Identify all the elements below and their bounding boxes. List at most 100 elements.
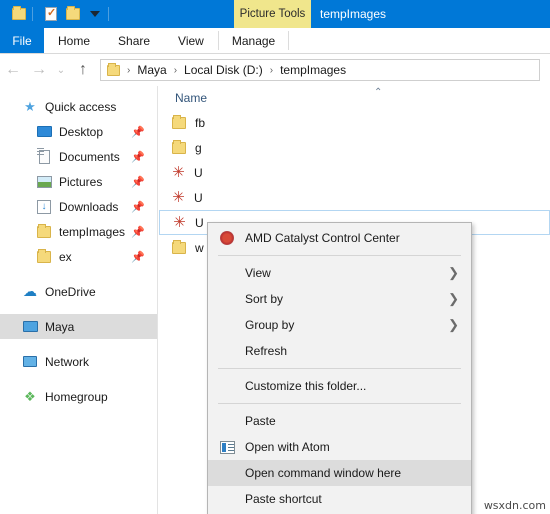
documents-icon	[36, 149, 52, 165]
tab-file[interactable]: File	[0, 28, 44, 53]
sidebar-item-network[interactable]: Network	[0, 349, 157, 374]
chevron-right-icon: ❯	[448, 291, 459, 306]
folder-icon[interactable]	[8, 3, 30, 25]
menu-item-open-with-atom[interactable]: Open with Atom	[208, 434, 471, 460]
sidebar-item-pictures[interactable]: Pictures 📌	[0, 169, 157, 194]
sidebar-item-label: ex	[59, 249, 72, 264]
forward-button[interactable]: →	[26, 57, 52, 83]
menu-item-label: Open with Atom	[245, 440, 330, 454]
pin-icon[interactable]: 📌	[131, 125, 145, 138]
recent-locations-button[interactable]: ⌄	[52, 57, 70, 83]
sidebar-item-desktop[interactable]: Desktop 📌	[0, 119, 157, 144]
up-button[interactable]: ↑	[70, 57, 96, 83]
sidebar-item-maya[interactable]: Maya	[0, 314, 157, 339]
menu-item-group-by[interactable]: Group by ❯	[208, 312, 471, 338]
sidebar-item-onedrive[interactable]: ☁ OneDrive	[0, 279, 157, 304]
sidebar-item-label: Maya	[45, 319, 75, 334]
network-icon	[22, 354, 38, 370]
sidebar-item-homegroup[interactable]: ❖ Homegroup	[0, 384, 157, 409]
ribbon-tab-strip: File Home Share View Manage	[0, 28, 550, 54]
window-title: tempImages	[320, 7, 387, 21]
quick-access-toolbar	[0, 3, 116, 25]
star-icon: ★	[24, 98, 36, 114]
pin-icon[interactable]: 📌	[131, 225, 145, 238]
breadcrumb-local-disk[interactable]: Local Disk (D:)	[182, 63, 265, 77]
file-name: U	[194, 165, 203, 180]
sort-ascending-icon: ⌃	[374, 87, 383, 98]
sidebar-item-documents[interactable]: Documents 📌	[0, 144, 157, 169]
atom-icon	[219, 439, 235, 455]
table-row[interactable]: g	[159, 135, 550, 160]
address-folder-icon	[107, 62, 120, 76]
file-name: g	[195, 140, 202, 155]
tab-home[interactable]: Home	[44, 28, 104, 53]
sidebar-item-label: Documents	[59, 149, 120, 164]
pin-icon[interactable]: 📌	[131, 150, 145, 163]
chevron-right-icon: ❯	[448, 317, 459, 332]
menu-item-view[interactable]: View ❯	[208, 260, 471, 286]
sidebar-item-label: Network	[45, 354, 90, 369]
pin-icon[interactable]: 📌	[131, 175, 145, 188]
sidebar-item-label: Quick access	[45, 99, 117, 114]
table-row[interactable]: fb	[159, 110, 550, 135]
homegroup-icon: ❖	[24, 388, 36, 404]
menu-item-label: Sort by	[245, 292, 284, 306]
new-folder-icon[interactable]	[62, 3, 84, 25]
tab-manage[interactable]: Manage	[217, 28, 290, 53]
sidebar-item-label: Homegroup	[45, 389, 108, 404]
menu-item-label: Open command window here	[245, 466, 402, 480]
amd-icon	[219, 230, 235, 246]
desktop-icon	[36, 124, 52, 140]
column-header-label: Name	[175, 91, 208, 105]
menu-item-label: AMD Catalyst Control Center	[245, 231, 400, 245]
breadcrumb-separator-2: ›	[269, 64, 274, 76]
image-file-icon: ✳	[172, 189, 185, 206]
address-input[interactable]: › Maya › Local Disk (D:) › tempImages	[100, 59, 540, 81]
customize-dropdown-icon[interactable]	[84, 3, 106, 25]
sidebar-item-tempimages[interactable]: tempImages 📌	[0, 219, 157, 244]
breadcrumb-maya[interactable]: Maya	[135, 63, 168, 77]
file-name: U	[195, 215, 204, 230]
toolbar-divider-2	[108, 7, 114, 21]
tab-view[interactable]: View	[164, 28, 218, 53]
menu-item-amd-catalyst[interactable]: AMD Catalyst Control Center	[208, 225, 471, 251]
pictures-icon	[36, 174, 52, 190]
menu-separator	[218, 255, 461, 256]
tab-share[interactable]: Share	[104, 28, 164, 53]
menu-item-sort-by[interactable]: Sort by ❯	[208, 286, 471, 312]
back-button[interactable]: ←	[0, 57, 26, 83]
column-header-name[interactable]: Name ⌃	[159, 86, 550, 110]
menu-item-open-command-window-here[interactable]: Open command window here	[208, 460, 471, 486]
menu-item-refresh[interactable]: Refresh	[208, 338, 471, 364]
watermark: wsxdn.com	[483, 499, 546, 512]
menu-separator	[218, 403, 461, 404]
image-file-icon: ✳	[172, 164, 185, 181]
table-row[interactable]: ✳ U	[159, 185, 550, 210]
downloads-icon: ↓	[36, 199, 52, 215]
sidebar-item-quick-access[interactable]: ★ Quick access	[0, 94, 157, 119]
pin-icon[interactable]: 📌	[131, 200, 145, 213]
context-menu: AMD Catalyst Control Center View ❯ Sort …	[207, 222, 472, 514]
picture-tools-contextual-tab[interactable]: Picture Tools	[234, 0, 311, 28]
pin-icon[interactable]: 📌	[131, 250, 145, 263]
folder-icon	[171, 139, 187, 156]
menu-item-label: Refresh	[245, 344, 288, 358]
properties-icon[interactable]	[40, 3, 62, 25]
sidebar-item-ex[interactable]: ex 📌	[0, 244, 157, 269]
breadcrumb-separator-1: ›	[173, 64, 178, 76]
menu-item-customize-this-folder[interactable]: Customize this folder...	[208, 373, 471, 399]
breadcrumb-tempimages[interactable]: tempImages	[278, 63, 348, 77]
menu-item-label: Paste	[245, 414, 276, 428]
menu-item-paste-shortcut[interactable]: Paste shortcut	[208, 486, 471, 512]
image-file-icon: ✳	[173, 214, 186, 231]
menu-item-paste[interactable]: Paste	[208, 408, 471, 434]
menu-item-label: Group by	[245, 318, 295, 332]
sidebar-item-label: Pictures	[59, 174, 103, 189]
file-name: U	[194, 190, 203, 205]
sidebar-item-label: OneDrive	[45, 284, 96, 299]
file-name: fb	[195, 115, 206, 130]
toolbar-divider	[32, 7, 38, 21]
table-row[interactable]: ✳ U	[159, 160, 550, 185]
sidebar-item-downloads[interactable]: ↓ Downloads 📌	[0, 194, 157, 219]
